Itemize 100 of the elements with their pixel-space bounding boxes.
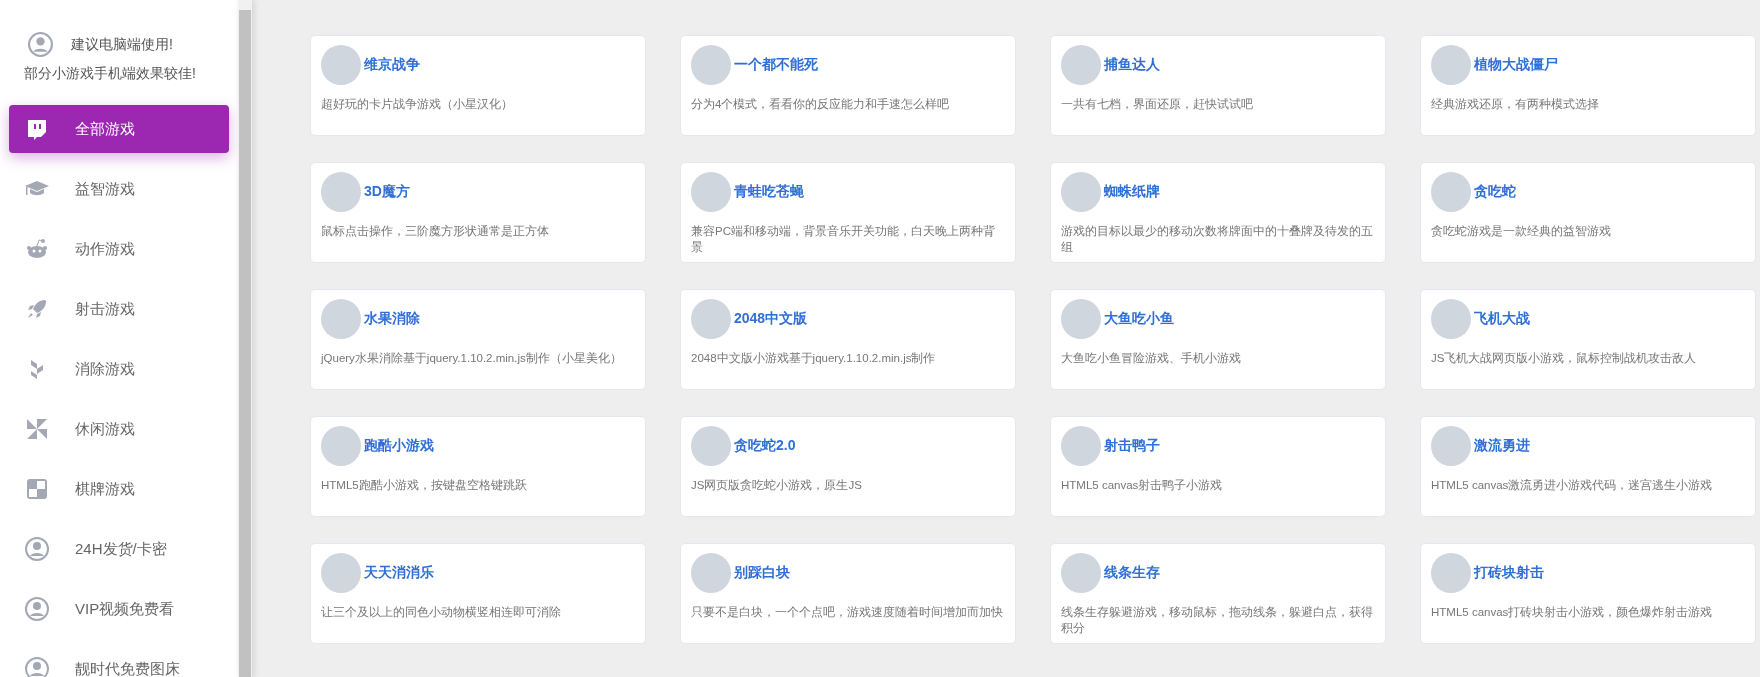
pinwheel-icon (25, 417, 49, 441)
game-card[interactable]: 射击鸭子 HTML5 canvas射击鸭子小游戏 (1050, 416, 1386, 517)
sidebar-item[interactable]: 射击游戏 (9, 285, 229, 333)
sidebar-item[interactable]: 靓时代免费图床 (9, 645, 229, 677)
sidebar-item[interactable]: VIP视频免费看 (9, 585, 229, 633)
game-description: 经典游戏还原，有两种模式选择 (1431, 97, 1600, 112)
game-title[interactable]: 维京战争 (364, 56, 420, 74)
game-thumbnail (321, 45, 361, 85)
game-thumbnail (1061, 426, 1101, 466)
game-card[interactable]: 贪吃蛇 贪吃蛇游戏是一款经典的益智游戏 (1420, 162, 1756, 263)
sidebar-item[interactable]: 全部游戏 (9, 105, 229, 153)
game-description: jQuery水果消除基于jquery.1.10.2.min.js制作（小星美化） (321, 351, 623, 366)
game-thumbnail (321, 426, 361, 466)
game-title[interactable]: 飞机大战 (1474, 310, 1530, 328)
game-card[interactable]: 线条生存 线条生存躲避游戏，移动鼠标，拖动线条，躲避白点，获得积分 (1050, 543, 1386, 644)
sidebar-item[interactable]: 棋牌游戏 (9, 465, 229, 513)
game-thumbnail (321, 553, 361, 593)
game-thumbnail (691, 172, 731, 212)
user-icon (25, 657, 49, 677)
game-title[interactable]: 天天消消乐 (364, 564, 434, 582)
game-thumbnail (691, 553, 731, 593)
game-title[interactable]: 别踩白块 (734, 564, 790, 582)
game-description: 一共有七档，界面还原，赶快试试吧 (1061, 97, 1254, 112)
game-title[interactable]: 水果消除 (364, 310, 420, 328)
game-title[interactable]: 贪吃蛇 (1474, 183, 1516, 201)
robot-icon (25, 237, 49, 261)
game-thumbnail (321, 172, 361, 212)
scrollbar[interactable] (238, 0, 252, 677)
game-description: 贪吃蛇游戏是一款经典的益智游戏 (1431, 224, 1612, 239)
game-description: 游戏的目标以最少的移动次数将牌面中的十叠牌及待发的五组 (1061, 224, 1374, 255)
game-title[interactable]: 激流勇进 (1474, 437, 1530, 455)
checker-icon (25, 477, 49, 501)
game-card[interactable]: 捕鱼达人 一共有七档，界面还原，赶快试试吧 (1050, 35, 1386, 136)
game-card[interactable]: 一个都不能死 分为4个模式，看看你的反应能力和手速怎么样吧 (680, 35, 1016, 136)
game-description: 鼠标点击操作，三阶魔方形状通常是正方体 (321, 224, 550, 239)
game-card[interactable]: 飞机大战 JS飞机大战网页版小游戏，鼠标控制战机攻击敌人 (1420, 289, 1756, 390)
game-title[interactable]: 贪吃蛇2.0 (734, 437, 796, 455)
game-title[interactable]: 一个都不能死 (734, 56, 818, 74)
game-description: 线条生存躲避游戏，移动鼠标，拖动线条，躲避白点，获得积分 (1061, 605, 1374, 636)
game-card[interactable]: 青蛙吃苍蝇 兼容PC端和移动端，背景音乐开关功能，白天晚上两种背景 (680, 162, 1016, 263)
sidebar-item[interactable]: 24H发货/卡密 (9, 525, 229, 573)
game-title[interactable]: 3D魔方 (364, 183, 410, 201)
game-card[interactable]: 天天消消乐 让三个及以上的同色小动物横竖相连即可消除 (310, 543, 646, 644)
game-description: HTML5 canvas激流勇进小游戏代码，迷宫逃生小游戏 (1431, 478, 1714, 493)
game-thumbnail (1431, 172, 1471, 212)
game-card[interactable]: 大鱼吃小鱼 大鱼吃小鱼冒险游戏、手机小游戏 (1050, 289, 1386, 390)
game-card[interactable]: 别踩白块 只要不是白块，一个个点吧，游戏速度随着时间增加而加快 (680, 543, 1016, 644)
game-description: JS飞机大战网页版小游戏，鼠标控制战机攻击敌人 (1431, 351, 1698, 366)
game-title[interactable]: 植物大战僵尸 (1474, 56, 1558, 74)
game-thumbnail (1431, 426, 1471, 466)
game-card[interactable]: 贪吃蛇2.0 JS网页版贪吃蛇小游戏，原生JS (680, 416, 1016, 517)
game-thumbnail (691, 299, 731, 339)
user-icon (25, 597, 49, 621)
game-title[interactable]: 蜘蛛纸牌 (1104, 183, 1160, 201)
sidebar-item[interactable]: 休闲游戏 (9, 405, 229, 453)
game-title[interactable]: 大鱼吃小鱼 (1104, 310, 1174, 328)
game-description: 让三个及以上的同色小动物横竖相连即可消除 (321, 605, 562, 620)
user-icon (28, 32, 53, 57)
game-thumbnail (1431, 45, 1471, 85)
game-title[interactable]: 射击鸭子 (1104, 437, 1160, 455)
sidebar-item[interactable]: 益智游戏 (9, 165, 229, 213)
game-card[interactable]: 植物大战僵尸 经典游戏还原，有两种模式选择 (1420, 35, 1756, 136)
game-description: 2048中文版小游戏基于jquery.1.10.2.min.js制作 (691, 351, 937, 366)
game-title[interactable]: 2048中文版 (734, 310, 808, 328)
game-description: HTML5 canvas打砖块射击小游戏，颜色爆炸射击游戏 (1431, 605, 1714, 620)
game-description: JS网页版贪吃蛇小游戏，原生JS (691, 478, 863, 493)
game-description: 超好玩的卡片战争游戏（小星汉化） (321, 97, 514, 112)
notice-text: 部分小游戏手机端效果较佳! (24, 65, 197, 83)
game-description: 分为4个模式，看看你的反应能力和手速怎么样吧 (691, 97, 951, 112)
game-description: HTML5跑酷小游戏，按键盘空格键跳跃 (321, 478, 528, 493)
game-card[interactable]: 2048中文版 2048中文版小游戏基于jquery.1.10.2.min.js制作 (680, 289, 1016, 390)
user-icon (25, 537, 49, 561)
sidebar-item[interactable]: 消除游戏 (9, 345, 229, 393)
game-description: 大鱼吃小鱼冒险游戏、手机小游戏 (1061, 351, 1242, 366)
game-thumbnail (691, 45, 731, 85)
game-thumbnail (1061, 299, 1101, 339)
game-card[interactable]: 打砖块射击 HTML5 canvas打砖块射击小游戏，颜色爆炸射击游戏 (1420, 543, 1756, 644)
game-title[interactable]: 线条生存 (1104, 564, 1160, 582)
notice-text: 建议电脑端使用! (71, 35, 173, 54)
game-thumbnail (1431, 553, 1471, 593)
screen-icon (25, 117, 49, 141)
game-thumbnail (321, 299, 361, 339)
game-thumbnail (1061, 45, 1101, 85)
game-title[interactable]: 跑酷小游戏 (364, 437, 434, 455)
game-title[interactable]: 青蛙吃苍蝇 (734, 183, 804, 201)
game-description: 只要不是白块，一个个点吧，游戏速度随着时间增加而加快 (691, 605, 1004, 620)
game-title[interactable]: 捕鱼达人 (1104, 56, 1160, 74)
game-card[interactable]: 3D魔方 鼠标点击操作，三阶魔方形状通常是正方体 (310, 162, 646, 263)
game-thumbnail (1061, 553, 1101, 593)
sidebar-item[interactable]: 动作游戏 (9, 225, 229, 273)
game-description: HTML5 canvas射击鸭子小游戏 (1061, 478, 1224, 493)
game-card[interactable]: 激流勇进 HTML5 canvas激流勇进小游戏代码，迷宫逃生小游戏 (1420, 416, 1756, 517)
game-description: 兼容PC端和移动端，背景音乐开关功能，白天晚上两种背景 (691, 224, 996, 255)
game-title[interactable]: 打砖块射击 (1474, 564, 1544, 582)
game-card[interactable]: 水果消除 jQuery水果消除基于jquery.1.10.2.min.js制作（小星美化） (310, 289, 646, 390)
game-thumbnail (1061, 172, 1101, 212)
game-card[interactable]: 跑酷小游戏 HTML5跑酷小游戏，按键盘空格键跳跃 (310, 416, 646, 517)
game-card[interactable]: 维京战争 超好玩的卡片战争游戏（小星汉化） (310, 35, 646, 136)
game-card[interactable]: 蜘蛛纸牌 游戏的目标以最少的移动次数将牌面中的十叠牌及待发的五组 (1050, 162, 1386, 263)
game-thumbnail (691, 426, 731, 466)
